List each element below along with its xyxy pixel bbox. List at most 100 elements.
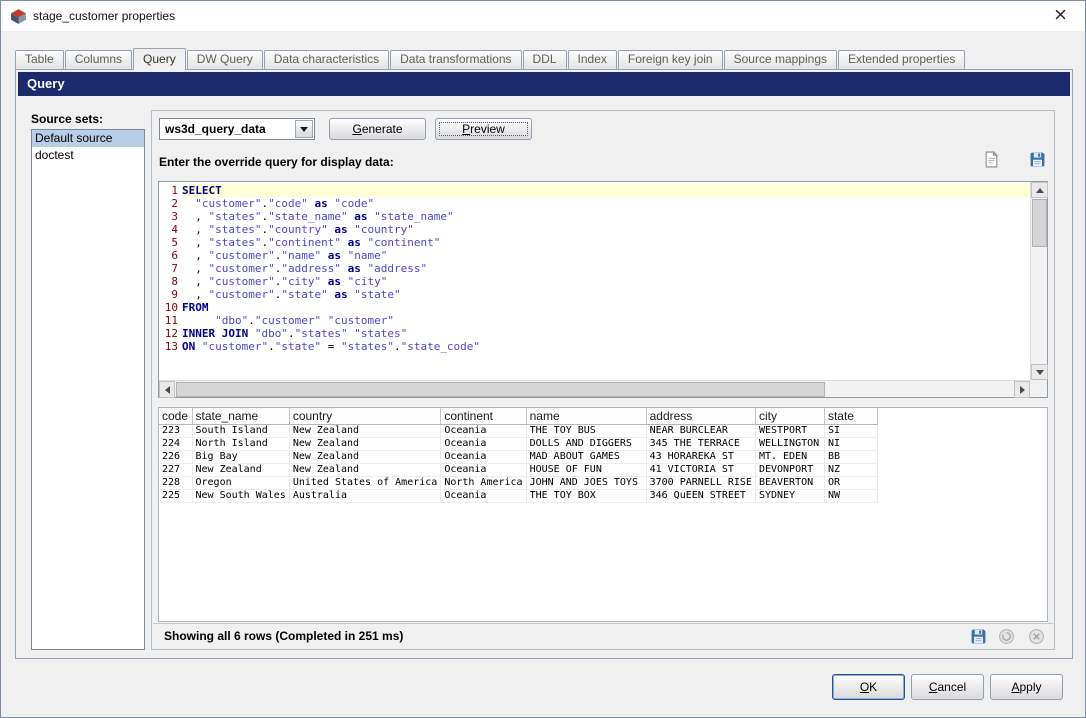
save-query-icon[interactable] bbox=[1029, 151, 1046, 168]
line-number: 4 bbox=[159, 223, 182, 236]
line-number: 2 bbox=[159, 197, 182, 210]
code-line[interactable]: , "states"."state_name" as "state_name" bbox=[182, 210, 1030, 223]
table-cell: North America bbox=[441, 477, 526, 490]
dataset-combo[interactable]: ws3d_query_data bbox=[159, 118, 315, 140]
tab-extended-properties[interactable]: Extended properties bbox=[838, 50, 965, 69]
code-line[interactable]: FROM bbox=[182, 301, 1030, 314]
table-cell: JOHN AND JOES TOYS bbox=[526, 477, 646, 490]
results-table: codestate_namecountrycontinentnameaddres… bbox=[159, 408, 878, 503]
scroll-up-button[interactable] bbox=[1031, 182, 1048, 198]
code-line[interactable]: ON "customer"."state" = "states"."state_… bbox=[182, 340, 1030, 353]
source-set-item-default-source[interactable]: Default source bbox=[32, 130, 144, 147]
table-cell: 345 THE TERRACE bbox=[646, 438, 755, 451]
code-line[interactable]: , "customer"."city" as "city" bbox=[182, 275, 1030, 288]
preview-button[interactable]: Preview bbox=[435, 118, 532, 140]
code-line[interactable]: , "states"."country" as "country" bbox=[182, 223, 1030, 236]
triangle-down-icon bbox=[1036, 370, 1044, 375]
code-line[interactable]: SELECT bbox=[182, 184, 1030, 197]
table-cell: BEAVERTON bbox=[755, 477, 824, 490]
table-cell: DOLLS AND DIGGERS bbox=[526, 438, 646, 451]
table-cell: BB bbox=[824, 451, 877, 464]
table-cell: Oceania bbox=[441, 425, 526, 438]
status-text: Showing all 6 rows (Completed in 251 ms) bbox=[164, 624, 403, 649]
tab-columns[interactable]: Columns bbox=[65, 50, 132, 69]
table-cell: United States of America bbox=[289, 477, 441, 490]
tab-index[interactable]: Index bbox=[568, 50, 617, 69]
column-header-address[interactable]: address bbox=[646, 408, 755, 425]
editor-vertical-scrollbar[interactable] bbox=[1030, 182, 1047, 380]
code-line[interactable]: , "customer"."name" as "name" bbox=[182, 249, 1030, 262]
table-row[interactable]: 227New ZealandNew ZealandOceaniaHOUSE OF… bbox=[159, 464, 877, 477]
tab-data-transformations[interactable]: Data transformations bbox=[390, 50, 521, 69]
tab-ddl[interactable]: DDL bbox=[523, 50, 567, 69]
scroll-right-button[interactable] bbox=[1014, 381, 1030, 398]
code-line[interactable]: "customer"."code" as "code" bbox=[182, 197, 1030, 210]
editor-horizontal-scrollbar[interactable] bbox=[159, 380, 1030, 397]
scroll-left-button[interactable] bbox=[159, 381, 175, 398]
app-icon bbox=[10, 8, 27, 25]
sql-editor[interactable]: 12345678910111213 SELECT "customer"."cod… bbox=[158, 181, 1048, 398]
source-sets-panel: Source sets: Default sourcedoctest bbox=[31, 112, 145, 650]
column-header-continent[interactable]: continent bbox=[441, 408, 526, 425]
table-row[interactable]: 228OregonUnited States of AmericaNorth A… bbox=[159, 477, 877, 490]
chevron-down-icon bbox=[300, 127, 308, 132]
dialog-buttons: OK Cancel Apply bbox=[832, 674, 1063, 700]
line-number: 11 bbox=[159, 314, 182, 327]
tab-query[interactable]: Query bbox=[133, 48, 186, 70]
line-number: 5 bbox=[159, 236, 182, 249]
apply-button[interactable]: Apply bbox=[990, 674, 1063, 700]
section-banner: Query bbox=[18, 72, 1070, 96]
generate-button[interactable]: Generate bbox=[329, 118, 426, 140]
line-number: 7 bbox=[159, 262, 182, 275]
column-header-name[interactable]: name bbox=[526, 408, 646, 425]
close-button[interactable] bbox=[1038, 1, 1083, 31]
code-line[interactable]: , "customer"."state" as "state" bbox=[182, 288, 1030, 301]
table-cell: NW bbox=[824, 490, 877, 503]
tab-source-mappings[interactable]: Source mappings bbox=[724, 50, 837, 69]
table-row[interactable]: 223South IslandNew ZealandOceaniaTHE TOY… bbox=[159, 425, 877, 438]
new-query-icon[interactable] bbox=[983, 151, 1000, 168]
code-line[interactable]: "dbo"."customer" "customer" bbox=[182, 314, 1030, 327]
code-line[interactable]: , "states"."continent" as "continent" bbox=[182, 236, 1030, 249]
source-set-item-doctest[interactable]: doctest bbox=[32, 147, 144, 164]
column-header-country[interactable]: country bbox=[289, 408, 441, 425]
table-row[interactable]: 224North IslandNew ZealandOceaniaDOLLS A… bbox=[159, 438, 877, 451]
refresh-icon bbox=[998, 628, 1015, 645]
status-bar: Showing all 6 rows (Completed in 251 ms) bbox=[153, 623, 1053, 648]
table-cell: Oceania bbox=[441, 451, 526, 464]
column-header-code[interactable]: code bbox=[159, 408, 192, 425]
column-header-state[interactable]: state bbox=[824, 408, 877, 425]
tab-foreign-key-join[interactable]: Foreign key join bbox=[618, 50, 723, 69]
column-header-city[interactable]: city bbox=[755, 408, 824, 425]
table-cell: OR bbox=[824, 477, 877, 490]
source-sets-list[interactable]: Default sourcedoctest bbox=[31, 129, 145, 650]
splitter[interactable] bbox=[158, 399, 1048, 406]
scroll-down-button[interactable] bbox=[1031, 364, 1048, 380]
editor-code[interactable]: SELECT "customer"."code" as "code" , "st… bbox=[182, 182, 1030, 380]
line-number: 8 bbox=[159, 275, 182, 288]
line-number: 9 bbox=[159, 288, 182, 301]
vertical-scroll-thumb[interactable] bbox=[1032, 199, 1047, 247]
tab-dw-query[interactable]: DW Query bbox=[187, 50, 263, 69]
ok-button[interactable]: OK bbox=[832, 674, 905, 700]
cancel-button[interactable]: Cancel bbox=[911, 674, 984, 700]
tab-table[interactable]: Table bbox=[15, 50, 64, 69]
horizontal-scroll-thumb[interactable] bbox=[176, 382, 825, 397]
table-cell: 226 bbox=[159, 451, 192, 464]
table-cell: 43 HORAREKA ST bbox=[646, 451, 755, 464]
source-sets-label: Source sets: bbox=[31, 112, 145, 129]
table-cell: SYDNEY bbox=[755, 490, 824, 503]
column-header-state-name[interactable]: state_name bbox=[192, 408, 289, 425]
combo-dropdown-button[interactable] bbox=[295, 120, 313, 138]
table-cell: THE TOY BOX bbox=[526, 490, 646, 503]
code-line[interactable]: , "customer"."address" as "address" bbox=[182, 262, 1030, 275]
save-results-icon[interactable] bbox=[970, 628, 987, 645]
table-cell: MAD ABOUT GAMES bbox=[526, 451, 646, 464]
table-row[interactable]: 226Big BayNew ZealandOceaniaMAD ABOUT GA… bbox=[159, 451, 877, 464]
table-cell: 224 bbox=[159, 438, 192, 451]
table-row[interactable]: 225New South WalesAustraliaOceaniaTHE TO… bbox=[159, 490, 877, 503]
code-line[interactable]: INNER JOIN "dbo"."states" "states" bbox=[182, 327, 1030, 340]
results-grid[interactable]: codestate_namecountrycontinentnameaddres… bbox=[158, 407, 1048, 622]
tab-content-panel: Query Source sets: Default sourcedoctest… bbox=[15, 69, 1073, 659]
tab-data-characteristics[interactable]: Data characteristics bbox=[264, 50, 389, 69]
